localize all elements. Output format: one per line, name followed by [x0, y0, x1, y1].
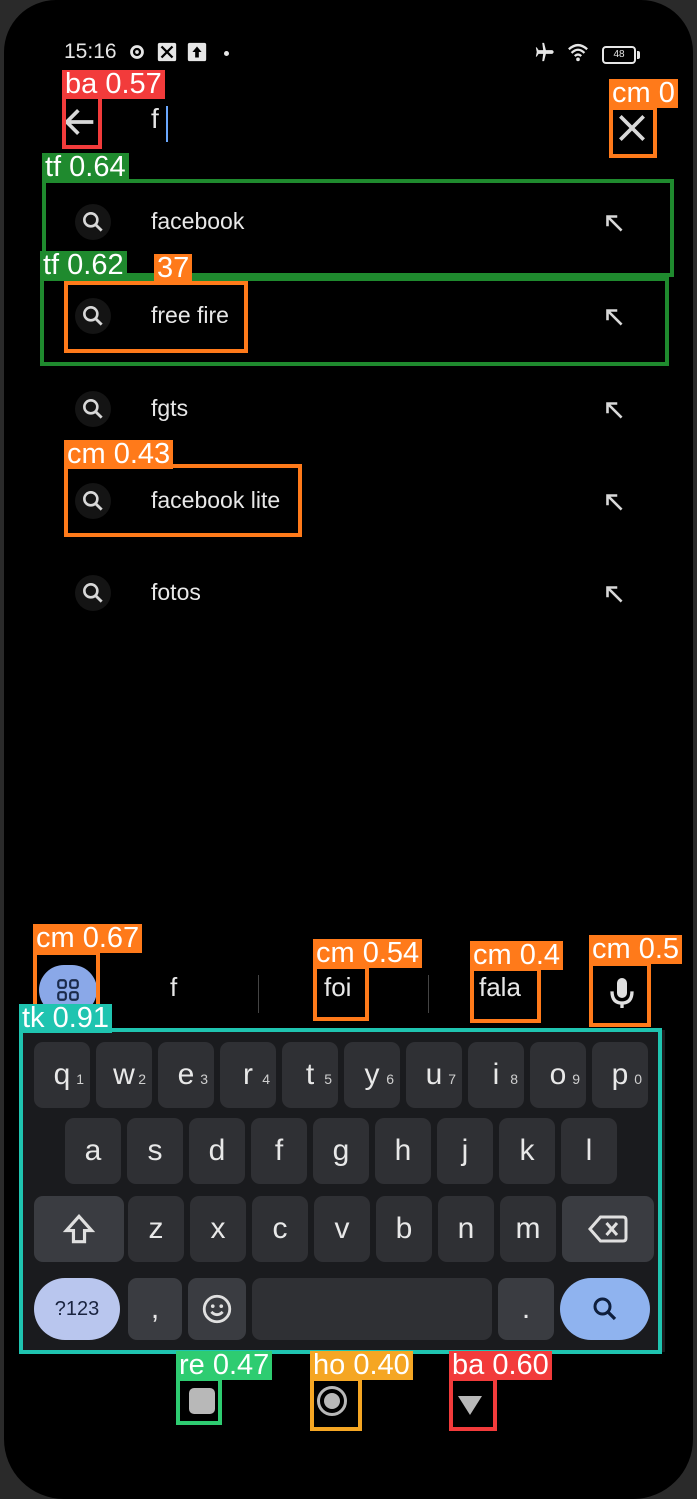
- detection-box: [589, 962, 651, 1027]
- app-notification-icon: [156, 41, 178, 63]
- airplane-mode-icon: [534, 41, 556, 63]
- phone-screen: 15:16 48 f facebook free fire fgts faceb…: [4, 0, 693, 1499]
- detection-label: cm 0.5: [589, 935, 683, 964]
- text-caret: [166, 106, 168, 142]
- detection-label: tk 0.91: [19, 1004, 113, 1033]
- detection-box: [176, 1377, 222, 1425]
- wifi-icon: [567, 41, 589, 63]
- strip-divider: [258, 975, 259, 1013]
- detection-label: cm 0: [609, 79, 678, 108]
- detection-label: ba 0.57: [62, 70, 165, 99]
- settings-gear-icon: [126, 41, 148, 63]
- arrow-up-left-icon[interactable]: [601, 489, 627, 515]
- detection-box: [42, 179, 674, 277]
- detection-box: [64, 281, 248, 353]
- detection-label: ho 0.40: [310, 1351, 413, 1380]
- arrow-up-left-icon[interactable]: [601, 397, 627, 423]
- suggestion-text: fgts: [151, 395, 189, 421]
- detection-box: [19, 1028, 662, 1354]
- detection-box: [470, 967, 541, 1023]
- detection-label: ba 0.60: [449, 1351, 552, 1380]
- detection-label: re 0.47: [176, 1351, 273, 1380]
- detection-label: tf 0.64: [42, 153, 129, 182]
- app-notification-icon-2: [186, 41, 208, 63]
- strip-divider: [428, 975, 429, 1013]
- search-icon: [75, 575, 111, 611]
- detection-box: [310, 1377, 362, 1431]
- status-time: 15:16: [64, 40, 117, 63]
- suggestion-fotos[interactable]: fotos: [48, 549, 673, 641]
- suggestion-text: fotos: [151, 579, 201, 605]
- detection-box: [64, 464, 302, 537]
- detection-label: cm 0.67: [33, 924, 143, 953]
- search-input[interactable]: f: [151, 103, 159, 135]
- detection-label: cm 0.54: [313, 939, 423, 968]
- detection-label: cm 0.4: [470, 941, 564, 970]
- detection-box: [609, 106, 657, 158]
- detection-label: cm 0.43: [64, 440, 174, 469]
- detection-label: 37: [154, 254, 193, 283]
- keyboard-suggestion[interactable]: f: [170, 972, 177, 1003]
- dot-icon: [224, 51, 229, 56]
- detection-box: [62, 95, 102, 149]
- detection-box: [313, 965, 369, 1021]
- battery-icon: 48: [602, 46, 636, 64]
- search-icon: [75, 391, 111, 427]
- detection-box: [449, 1377, 497, 1431]
- arrow-up-left-icon[interactable]: [601, 581, 627, 607]
- battery-tip: [637, 51, 640, 59]
- detection-label: tf 0.62: [40, 251, 127, 280]
